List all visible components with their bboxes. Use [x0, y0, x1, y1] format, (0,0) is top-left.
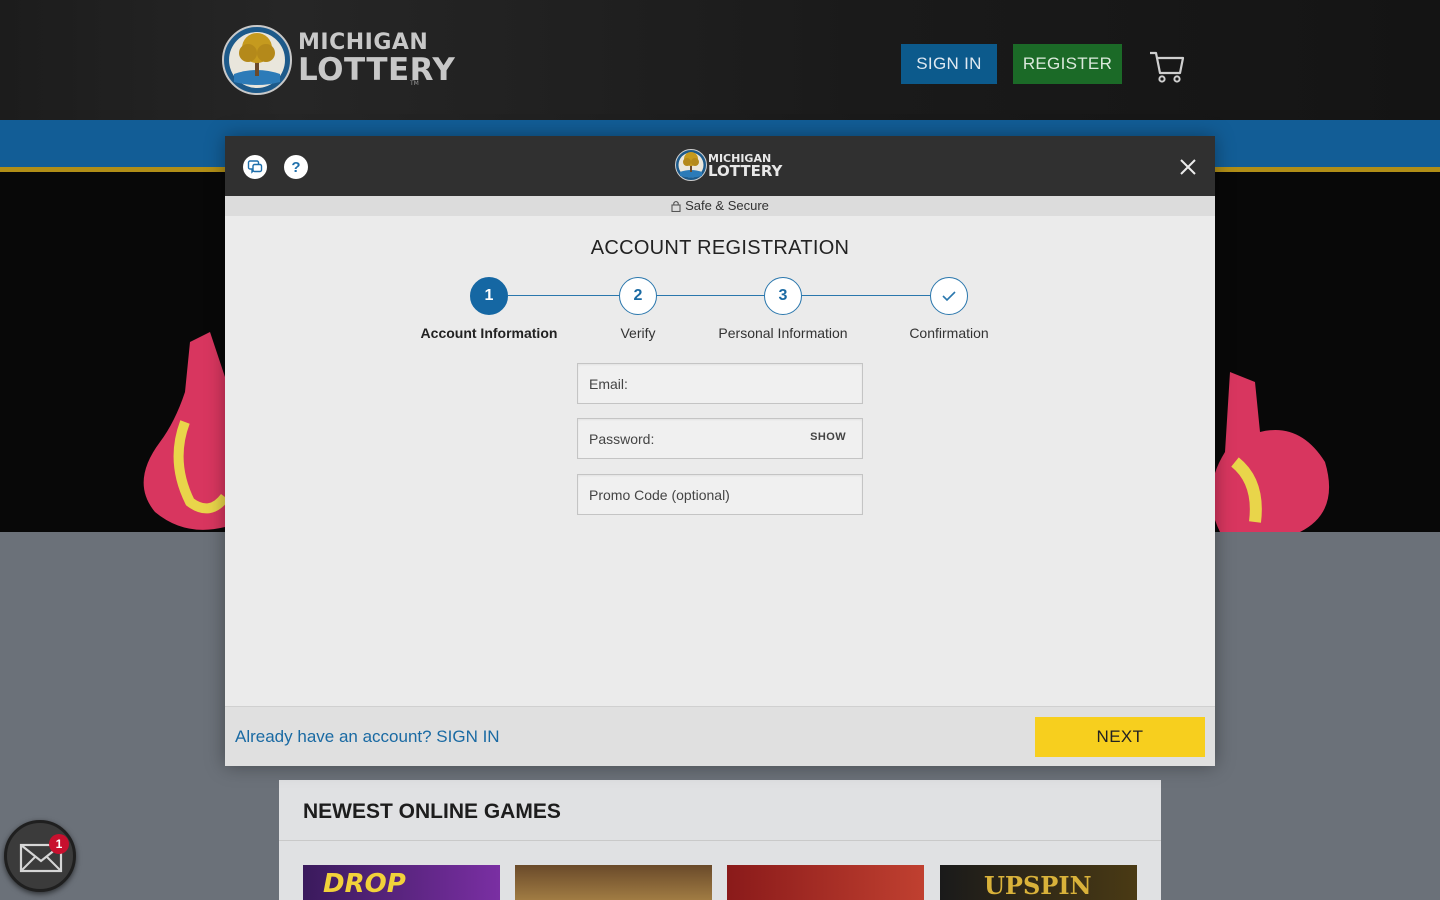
- step-connector-3: [802, 295, 933, 296]
- site-header: MICHIGAN LOTTERY TM SIGN IN REGISTER: [0, 0, 1440, 120]
- lottery-seal-icon: [222, 25, 292, 95]
- game-tile-4[interactable]: UPSPIN: [940, 865, 1137, 900]
- step-1-indicator: 1: [470, 277, 508, 315]
- mail-notification-badge: 1: [49, 834, 69, 854]
- modal-logo-word-lottery: LOTTERY: [708, 162, 783, 180]
- promo-code-input[interactable]: [578, 475, 862, 514]
- registration-modal: ? MICHIGAN LOTTERY Safe & Secure ACCOUNT…: [225, 136, 1215, 766]
- game-tile-3[interactable]: [727, 865, 924, 900]
- show-password-button[interactable]: SHOW: [810, 431, 846, 443]
- chat-icon: [247, 160, 263, 174]
- close-button[interactable]: [1177, 156, 1199, 178]
- guitar-right-image: [1211, 372, 1330, 532]
- newest-games-panel: NEWEST ONLINE GAMES DROP UPSPIN: [279, 780, 1161, 900]
- site-logo[interactable]: MICHIGAN LOTTERY TM: [222, 22, 455, 102]
- help-icon: ?: [291, 158, 301, 176]
- mail-widget-button[interactable]: [4, 820, 76, 892]
- secure-text: Safe & Secure: [685, 198, 769, 213]
- modal-header: ? MICHIGAN LOTTERY: [225, 136, 1215, 196]
- step-4-indicator: [930, 277, 968, 315]
- password-field-wrapper: SHOW: [577, 418, 863, 459]
- lottery-seal-icon: [675, 149, 707, 181]
- step-connector-1: [508, 295, 620, 296]
- close-icon: [1180, 159, 1196, 175]
- chat-button[interactable]: [243, 155, 267, 179]
- games-section-title: NEWEST ONLINE GAMES: [303, 800, 561, 823]
- game-tile-2[interactable]: [515, 865, 712, 900]
- step-3-indicator: 3: [764, 277, 802, 315]
- cart-icon[interactable]: [1148, 48, 1186, 84]
- modal-title: ACCOUNT REGISTRATION: [590, 237, 850, 259]
- next-button[interactable]: NEXT: [1035, 717, 1205, 757]
- game-tile-1-title: DROP: [323, 869, 406, 899]
- promo-field-wrapper: [577, 474, 863, 515]
- game-tile-4-title: UPSPIN: [984, 871, 1092, 900]
- logo-trademark: TM: [410, 80, 419, 87]
- logo-word-lottery: LOTTERY: [298, 52, 456, 88]
- modal-footer: Already have an account? SIGN IN NEXT: [225, 706, 1215, 766]
- step-4-label: Confirmation: [909, 325, 989, 341]
- lock-icon: [671, 200, 681, 212]
- step-2-indicator: 2: [619, 277, 657, 315]
- secure-strip: Safe & Secure: [225, 196, 1215, 216]
- modal-logo: MICHIGAN LOTTERY: [675, 147, 782, 185]
- email-input[interactable]: [578, 364, 862, 403]
- check-icon: [942, 291, 956, 302]
- email-field-wrapper: [577, 363, 863, 404]
- header-signin-button[interactable]: SIGN IN: [901, 44, 997, 84]
- signin-link[interactable]: Already have an account? SIGN IN: [235, 727, 500, 747]
- step-connector-2: [656, 295, 766, 296]
- header-register-button[interactable]: REGISTER: [1013, 44, 1122, 84]
- help-button[interactable]: ?: [284, 155, 308, 179]
- games-divider: [279, 840, 1161, 841]
- game-tile-1[interactable]: DROP: [303, 865, 500, 900]
- envelope-icon: [19, 843, 63, 873]
